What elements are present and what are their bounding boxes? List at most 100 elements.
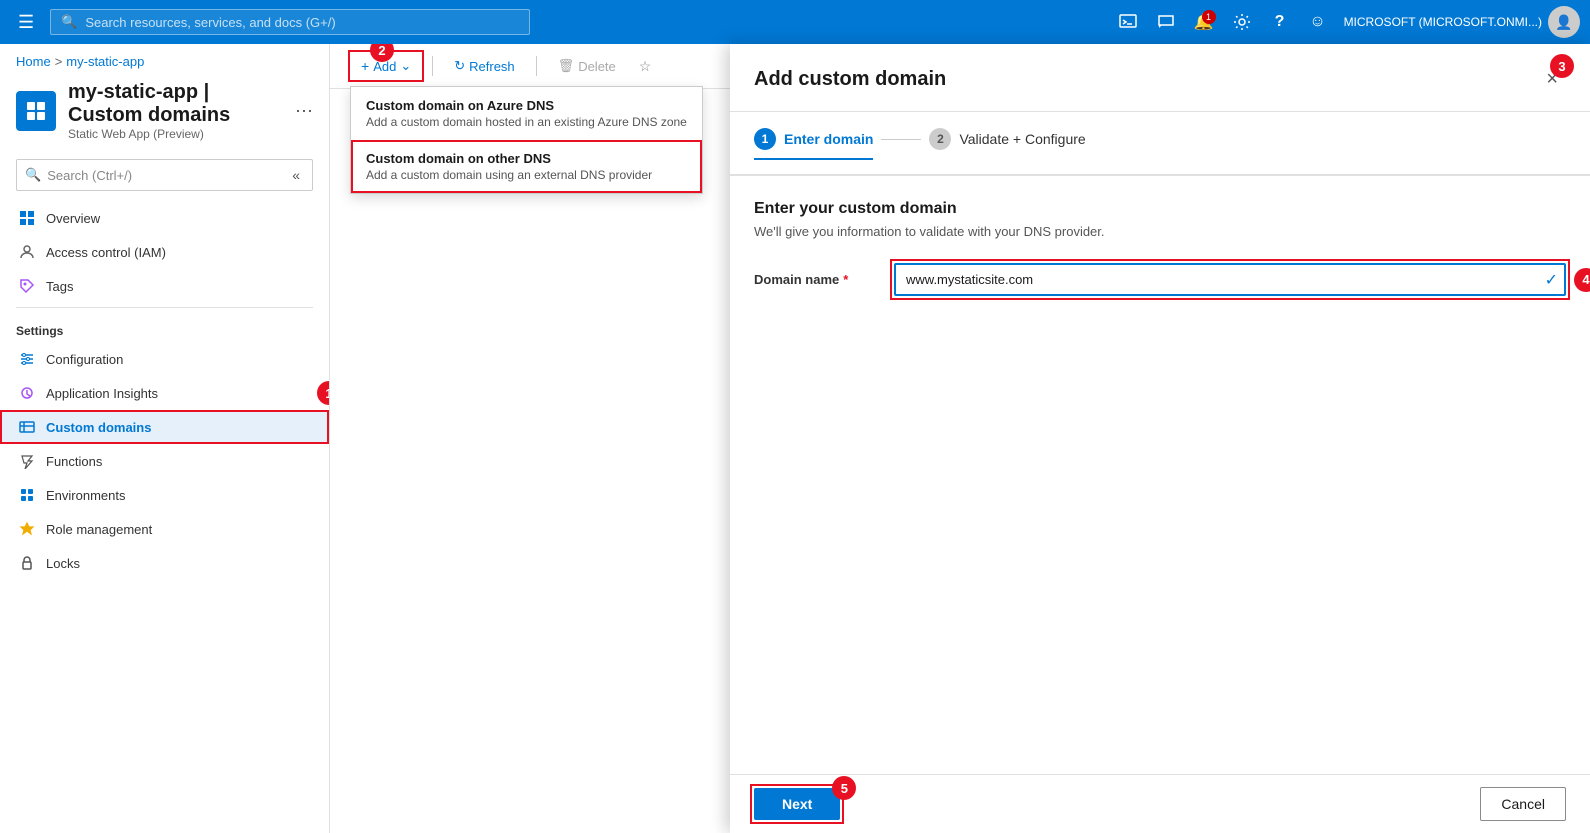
help-icon[interactable]: ? xyxy=(1264,6,1296,38)
sidebar-item-custom-domains[interactable]: Custom domains xyxy=(0,410,329,444)
overview-icon xyxy=(18,209,36,227)
sidebar-item-overview[interactable]: Overview xyxy=(0,201,329,235)
delete-icon: 🗑 xyxy=(558,58,575,74)
settings-icon[interactable] xyxy=(1226,6,1258,38)
wizard-step-2[interactable]: 2 Validate + Configure xyxy=(929,128,1085,158)
nav-divider xyxy=(16,307,313,308)
domain-input-wrap: 4 ✓ xyxy=(894,263,1566,296)
notifications-icon[interactable]: 🔔 1 xyxy=(1188,6,1220,38)
sidebar-item-environments[interactable]: Environments xyxy=(0,478,329,512)
sidebar-search-icon: 🔍 xyxy=(25,167,41,183)
toolbar-separator xyxy=(432,56,433,76)
resource-info: my-static-app | Custom domains Static We… xyxy=(68,81,283,141)
toolbar-separator-2 xyxy=(536,56,537,76)
breadcrumb-separator: > xyxy=(55,54,63,69)
feedback-icon[interactable] xyxy=(1150,6,1182,38)
dropdown-item-other-dns[interactable]: Custom domain on other DNS Add a custom … xyxy=(351,140,702,193)
domain-label: Domain name * xyxy=(754,272,874,287)
terminal-icon[interactable] xyxy=(1112,6,1144,38)
iam-icon xyxy=(18,243,36,261)
refresh-label: Refresh xyxy=(469,59,515,74)
resource-title: my-static-app | Custom domains xyxy=(68,81,283,127)
dropdown-item-title: Custom domain on other DNS xyxy=(366,151,687,166)
breadcrumb-current[interactable]: my-static-app xyxy=(66,54,144,69)
required-marker: * xyxy=(843,272,848,287)
sidebar-item-label: Tags xyxy=(46,279,73,294)
next-button[interactable]: Next xyxy=(754,788,840,820)
sidebar: Home > my-static-app my-static-app | Cus… xyxy=(0,44,330,833)
refresh-icon: ↻ xyxy=(454,58,465,74)
sidebar-item-role-management[interactable]: Role management xyxy=(0,512,329,546)
plus-icon: + xyxy=(361,58,369,74)
sidebar-item-configuration[interactable]: Configuration xyxy=(0,342,329,376)
panel-section-title: Enter your custom domain xyxy=(754,200,1566,218)
annotation-4: 4 xyxy=(1574,268,1590,292)
notification-badge: 1 xyxy=(1202,10,1216,24)
sidebar-item-label: Custom domains xyxy=(46,420,151,435)
sidebar-item-label: Access control (IAM) xyxy=(46,245,166,260)
global-search-input[interactable] xyxy=(85,15,519,30)
annotation-5: 5 xyxy=(832,776,856,800)
sidebar-item-iam[interactable]: Access control (IAM) xyxy=(0,235,329,269)
sidebar-item-label: Role management xyxy=(46,522,152,537)
roles-icon xyxy=(18,520,36,538)
collapse-button[interactable]: « xyxy=(288,165,304,185)
sidebar-item-label: Configuration xyxy=(46,352,123,367)
settings-section-label: Settings xyxy=(0,312,329,342)
panel-section-desc: We'll give you information to validate w… xyxy=(754,224,1566,239)
insights-icon xyxy=(18,384,36,402)
sidebar-item-label: Functions xyxy=(46,454,102,469)
sidebar-item-functions[interactable]: Functions xyxy=(0,444,329,478)
domain-name-input[interactable] xyxy=(894,263,1566,296)
wizard-step-1[interactable]: 1 Enter domain xyxy=(754,128,873,160)
resource-icon xyxy=(16,91,56,131)
functions-icon xyxy=(18,452,36,470)
nav-icons: 🔔 1 ? ☺ MICROSOFT (MICROSOFT.ONMI...) 👤 xyxy=(1112,6,1580,38)
cancel-button[interactable]: Cancel xyxy=(1480,787,1566,821)
delete-button[interactable]: 🗑 Delete xyxy=(547,52,627,80)
user-label[interactable]: MICROSOFT (MICROSOFT.ONMI...) xyxy=(1344,15,1542,29)
panel-body: Enter your custom domain We'll give you … xyxy=(730,176,1590,774)
global-search-bar: 🔍 xyxy=(50,9,530,35)
check-icon: ✓ xyxy=(1545,270,1558,290)
sidebar-item-label: Locks xyxy=(46,556,80,571)
hamburger-menu[interactable]: ☰ xyxy=(10,8,42,37)
dropdown-item-desc: Add a custom domain using an external DN… xyxy=(366,168,687,182)
step-2-number: 2 xyxy=(929,128,951,150)
locks-icon xyxy=(18,554,36,572)
tags-icon xyxy=(18,277,36,295)
wizard-separator xyxy=(881,139,921,140)
step-1-number: 1 xyxy=(754,128,776,150)
favorite-icon[interactable]: ☆ xyxy=(639,58,652,75)
add-custom-domain-panel: Add custom domain × 1 Enter domain 2 Val… xyxy=(730,44,1590,833)
sidebar-item-tags[interactable]: Tags xyxy=(0,269,329,303)
environments-icon xyxy=(18,486,36,504)
sidebar-search-input[interactable] xyxy=(47,168,282,183)
panel-header: Add custom domain × xyxy=(730,44,1590,112)
sidebar-item-label: Environments xyxy=(46,488,125,503)
domain-name-row: Domain name * 4 ✓ xyxy=(754,263,1566,296)
config-icon xyxy=(18,350,36,368)
domains-icon xyxy=(18,418,36,436)
dropdown-item-azure-dns[interactable]: Custom domain on Azure DNS Add a custom … xyxy=(351,87,702,140)
chevron-down-icon: ⌄ xyxy=(400,58,411,74)
breadcrumb-home[interactable]: Home xyxy=(16,54,51,69)
sidebar-search: 🔍 « xyxy=(16,159,313,191)
sidebar-item-application-insights[interactable]: Application Insights xyxy=(0,376,329,410)
sidebar-item-locks[interactable]: Locks xyxy=(0,546,329,580)
top-navigation: ☰ 🔍 🔔 1 ? ☺ MICROSOFT (MICROSOFT.ONMI...… xyxy=(0,0,1590,44)
dropdown-item-title: Custom domain on Azure DNS xyxy=(366,98,687,113)
resource-subtitle: Static Web App (Preview) xyxy=(68,127,283,141)
panel-title: Add custom domain xyxy=(754,68,946,91)
search-icon: 🔍 xyxy=(61,14,77,30)
refresh-button[interactable]: ↻ Refresh xyxy=(443,52,525,80)
breadcrumb: Home > my-static-app xyxy=(0,44,329,73)
step-2-label: Validate + Configure xyxy=(959,131,1085,147)
resource-more-button[interactable]: ⋯ xyxy=(295,101,313,122)
annotation-3: 3 xyxy=(1550,54,1574,78)
smiley-icon[interactable]: ☺ xyxy=(1302,6,1334,38)
wizard-steps: 1 Enter domain 2 Validate + Configure xyxy=(730,112,1590,176)
user-avatar[interactable]: 👤 xyxy=(1548,6,1580,38)
step-1-label: Enter domain xyxy=(784,131,873,147)
delete-label: Delete xyxy=(578,59,616,74)
